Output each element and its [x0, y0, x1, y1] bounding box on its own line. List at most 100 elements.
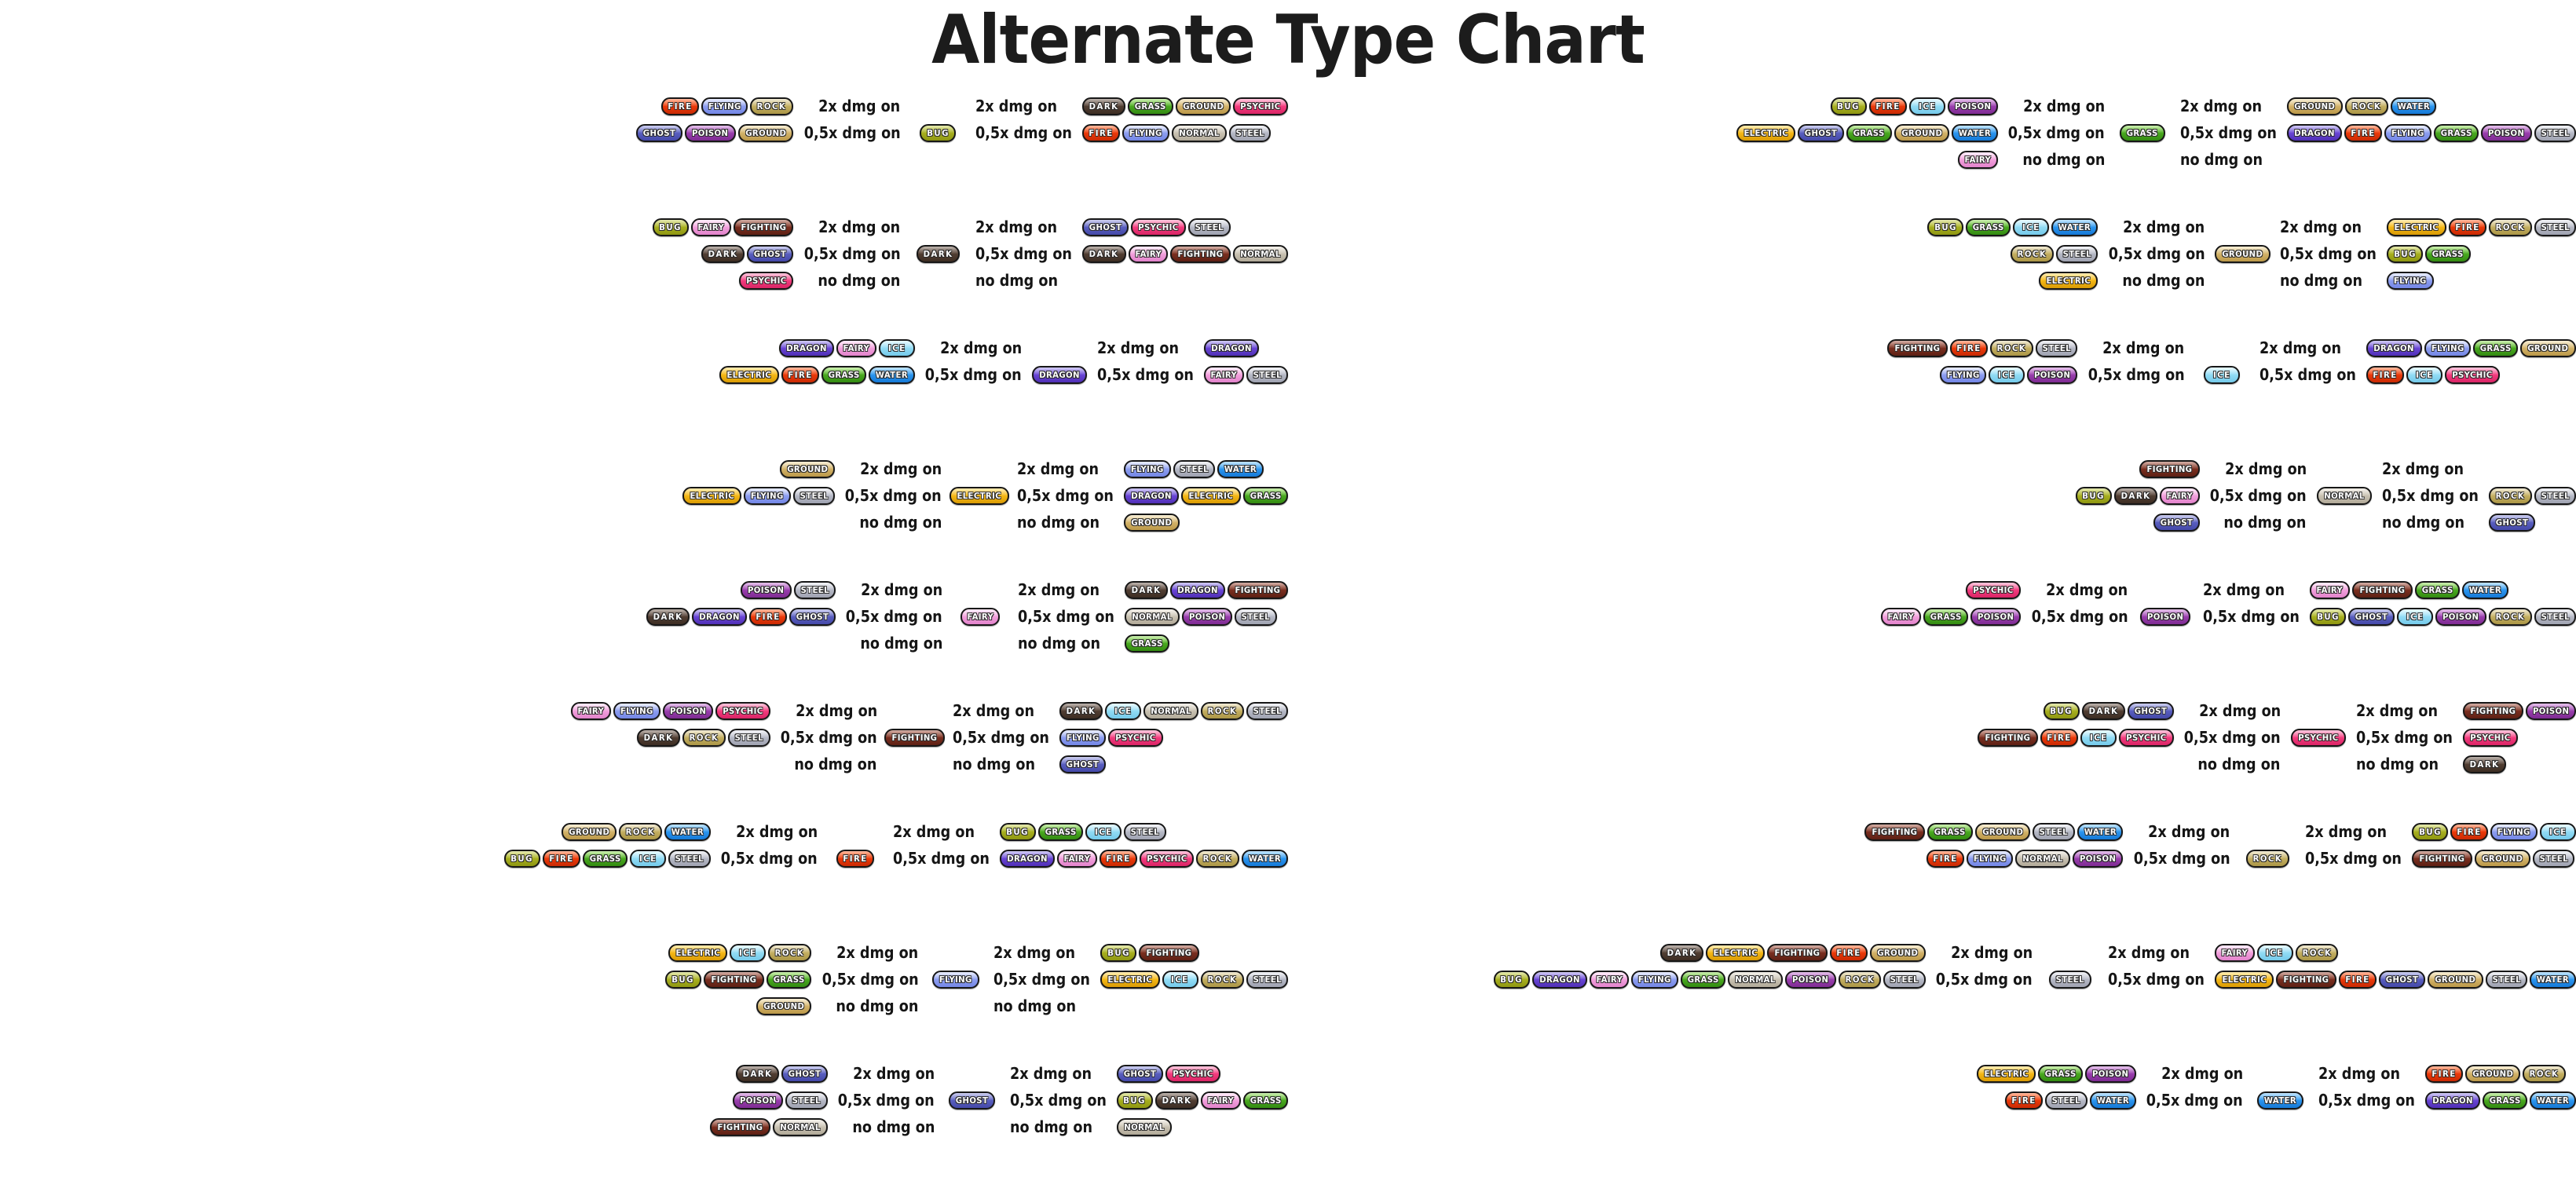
type-badge-dark[interactable]: DARK — [701, 244, 745, 263]
type-badge-water[interactable]: WATER — [2530, 1091, 2576, 1110]
type-badge-poison[interactable]: POISON — [1970, 607, 2022, 626]
subject-type-badge-grass[interactable]: GRASS — [2120, 123, 2165, 142]
subject-type-badge-fairy[interactable]: FAIRY — [960, 607, 1001, 626]
type-badge-ghost[interactable]: GHOST — [781, 1064, 828, 1083]
type-badge-ghost[interactable]: GHOST — [2348, 607, 2395, 626]
type-badge-grass[interactable]: GRASS — [1846, 123, 1892, 142]
type-badge-normal[interactable]: NORMAL — [1143, 701, 1198, 720]
type-badge-dark[interactable]: DARK — [1154, 1091, 1198, 1110]
type-badge-steel[interactable]: STEEL — [1124, 822, 1166, 841]
type-badge-ground[interactable]: GROUND — [1175, 97, 1231, 115]
type-badge-flying[interactable]: FLYING — [2490, 822, 2538, 841]
type-badge-grass[interactable]: GRASS — [1923, 607, 1968, 626]
type-badge-water[interactable]: WATER — [869, 365, 915, 384]
type-badge-dark[interactable]: DARK — [735, 1064, 779, 1083]
type-badge-steel[interactable]: STEEL — [1188, 218, 1231, 236]
type-badge-grass[interactable]: GRASS — [1680, 970, 1726, 989]
type-badge-steel[interactable]: STEEL — [2055, 244, 2098, 263]
type-badge-ground[interactable]: GROUND — [2520, 338, 2576, 357]
type-badge-dark[interactable]: DARK — [1124, 580, 1169, 599]
type-badge-grass[interactable]: GRASS — [821, 365, 867, 384]
type-badge-grass[interactable]: GRASS — [2433, 123, 2479, 142]
type-badge-bug[interactable]: BUG — [2043, 701, 2080, 720]
type-badge-ghost[interactable]: GHOST — [1798, 123, 1845, 142]
type-badge-steel[interactable]: STEEL — [1246, 970, 1288, 989]
type-badge-psychic[interactable]: PSYCHIC — [1233, 97, 1288, 115]
type-badge-ghost[interactable]: GHOST — [1116, 1064, 1163, 1083]
type-badge-grass[interactable]: GRASS — [2425, 244, 2471, 263]
type-badge-bug[interactable]: BUG — [2412, 822, 2449, 841]
type-badge-rock[interactable]: ROCK — [2488, 218, 2532, 236]
type-badge-rock[interactable]: ROCK — [1990, 338, 2033, 357]
type-badge-dragon[interactable]: DRAGON — [999, 849, 1055, 868]
type-badge-bug[interactable]: BUG — [1830, 97, 1867, 115]
type-badge-psychic[interactable]: PSYCHIC — [2118, 728, 2174, 747]
type-badge-electric[interactable]: ELECTRIC — [1976, 1064, 2036, 1083]
type-badge-fighting[interactable]: FIGHTING — [704, 970, 764, 989]
type-badge-fighting[interactable]: FIGHTING — [1767, 943, 1828, 962]
type-badge-dragon[interactable]: DRAGON — [1124, 486, 1180, 505]
type-badge-steel[interactable]: STEEL — [728, 728, 770, 747]
type-badge-fighting[interactable]: FIGHTING — [2276, 970, 2337, 989]
type-badge-psychic[interactable]: PSYCHIC — [1131, 218, 1187, 236]
type-badge-fire[interactable]: FIRE — [660, 97, 699, 115]
subject-type-badge-dark[interactable]: DARK — [916, 244, 960, 263]
type-badge-ground[interactable]: GROUND — [1974, 822, 2031, 841]
type-badge-fighting[interactable]: FIGHTING — [733, 218, 794, 236]
type-badge-ice[interactable]: ICE — [2013, 218, 2050, 236]
type-badge-poison[interactable]: POISON — [662, 701, 713, 720]
type-badge-ice[interactable]: ICE — [730, 943, 767, 962]
type-badge-steel[interactable]: STEEL — [1235, 607, 1277, 626]
type-badge-fairy[interactable]: FAIRY — [2310, 580, 2350, 599]
type-badge-dragon[interactable]: DRAGON — [779, 338, 835, 357]
type-badge-poison[interactable]: POISON — [2435, 607, 2486, 626]
type-badge-fire[interactable]: FIRE — [2040, 728, 2078, 747]
type-badge-poison[interactable]: POISON — [1181, 607, 1233, 626]
type-badge-rock[interactable]: ROCK — [2488, 607, 2532, 626]
type-badge-ghost[interactable]: GHOST — [2127, 701, 2174, 720]
type-badge-fairy[interactable]: FAIRY — [2160, 486, 2200, 505]
type-badge-psychic[interactable]: PSYCHIC — [1966, 580, 2022, 599]
type-badge-fire[interactable]: FIRE — [2344, 123, 2383, 142]
type-badge-electric[interactable]: ELECTRIC — [2038, 271, 2098, 290]
type-badge-ground[interactable]: GROUND — [2464, 1064, 2521, 1083]
type-badge-dragon[interactable]: DRAGON — [1531, 970, 1587, 989]
subject-type-badge-steel[interactable]: STEEL — [2049, 970, 2091, 989]
type-badge-fire[interactable]: FIRE — [2450, 822, 2489, 841]
type-badge-ice[interactable]: ICE — [1908, 97, 1945, 115]
type-badge-steel[interactable]: STEEL — [1228, 123, 1272, 142]
type-badge-ice[interactable]: ICE — [630, 849, 667, 868]
type-badge-fighting[interactable]: FIGHTING — [1864, 822, 1926, 841]
type-badge-fighting[interactable]: FIGHTING — [2139, 459, 2200, 478]
type-badge-grass[interactable]: GRASS — [2037, 1064, 2084, 1083]
type-badge-steel[interactable]: STEEL — [668, 849, 711, 868]
type-badge-normal[interactable]: NORMAL — [1233, 244, 1288, 263]
type-badge-dragon[interactable]: DRAGON — [2424, 1091, 2480, 1110]
type-badge-ghost[interactable]: GHOST — [2379, 970, 2426, 989]
type-badge-rock[interactable]: ROCK — [2010, 244, 2054, 263]
type-badge-ghost[interactable]: GHOST — [789, 607, 836, 626]
type-badge-fire[interactable]: FIRE — [781, 365, 819, 384]
type-badge-grass[interactable]: GRASS — [2482, 1091, 2528, 1110]
type-badge-ghost[interactable]: GHOST — [2153, 513, 2200, 532]
type-badge-steel[interactable]: STEEL — [792, 486, 836, 505]
type-badge-fire[interactable]: FIRE — [1868, 97, 1907, 115]
type-badge-ground[interactable]: GROUND — [737, 123, 794, 142]
subject-type-badge-ground[interactable]: GROUND — [2214, 244, 2270, 263]
subject-type-badge-psychic[interactable]: PSYCHIC — [2290, 728, 2346, 747]
type-badge-ice[interactable]: ICE — [2540, 822, 2576, 841]
type-badge-psychic[interactable]: PSYCHIC — [1165, 1064, 1220, 1083]
type-badge-psychic[interactable]: PSYCHIC — [715, 701, 770, 720]
type-badge-steel[interactable]: STEEL — [1246, 701, 1288, 720]
type-badge-steel[interactable]: STEEL — [2534, 607, 2576, 626]
type-badge-poison[interactable]: POISON — [2073, 849, 2124, 868]
type-badge-bug[interactable]: BUG — [2075, 486, 2112, 505]
type-badge-rock[interactable]: ROCK — [2344, 97, 2388, 115]
type-badge-ground[interactable]: GROUND — [756, 996, 812, 1015]
type-badge-fairy[interactable]: FAIRY — [1958, 150, 1999, 169]
type-badge-grass[interactable]: GRASS — [2473, 338, 2519, 357]
type-badge-steel[interactable]: STEEL — [2534, 486, 2576, 505]
type-badge-poison[interactable]: POISON — [733, 1091, 784, 1110]
type-badge-electric[interactable]: ELECTRIC — [668, 943, 728, 962]
type-badge-psychic[interactable]: PSYCHIC — [2445, 365, 2501, 384]
